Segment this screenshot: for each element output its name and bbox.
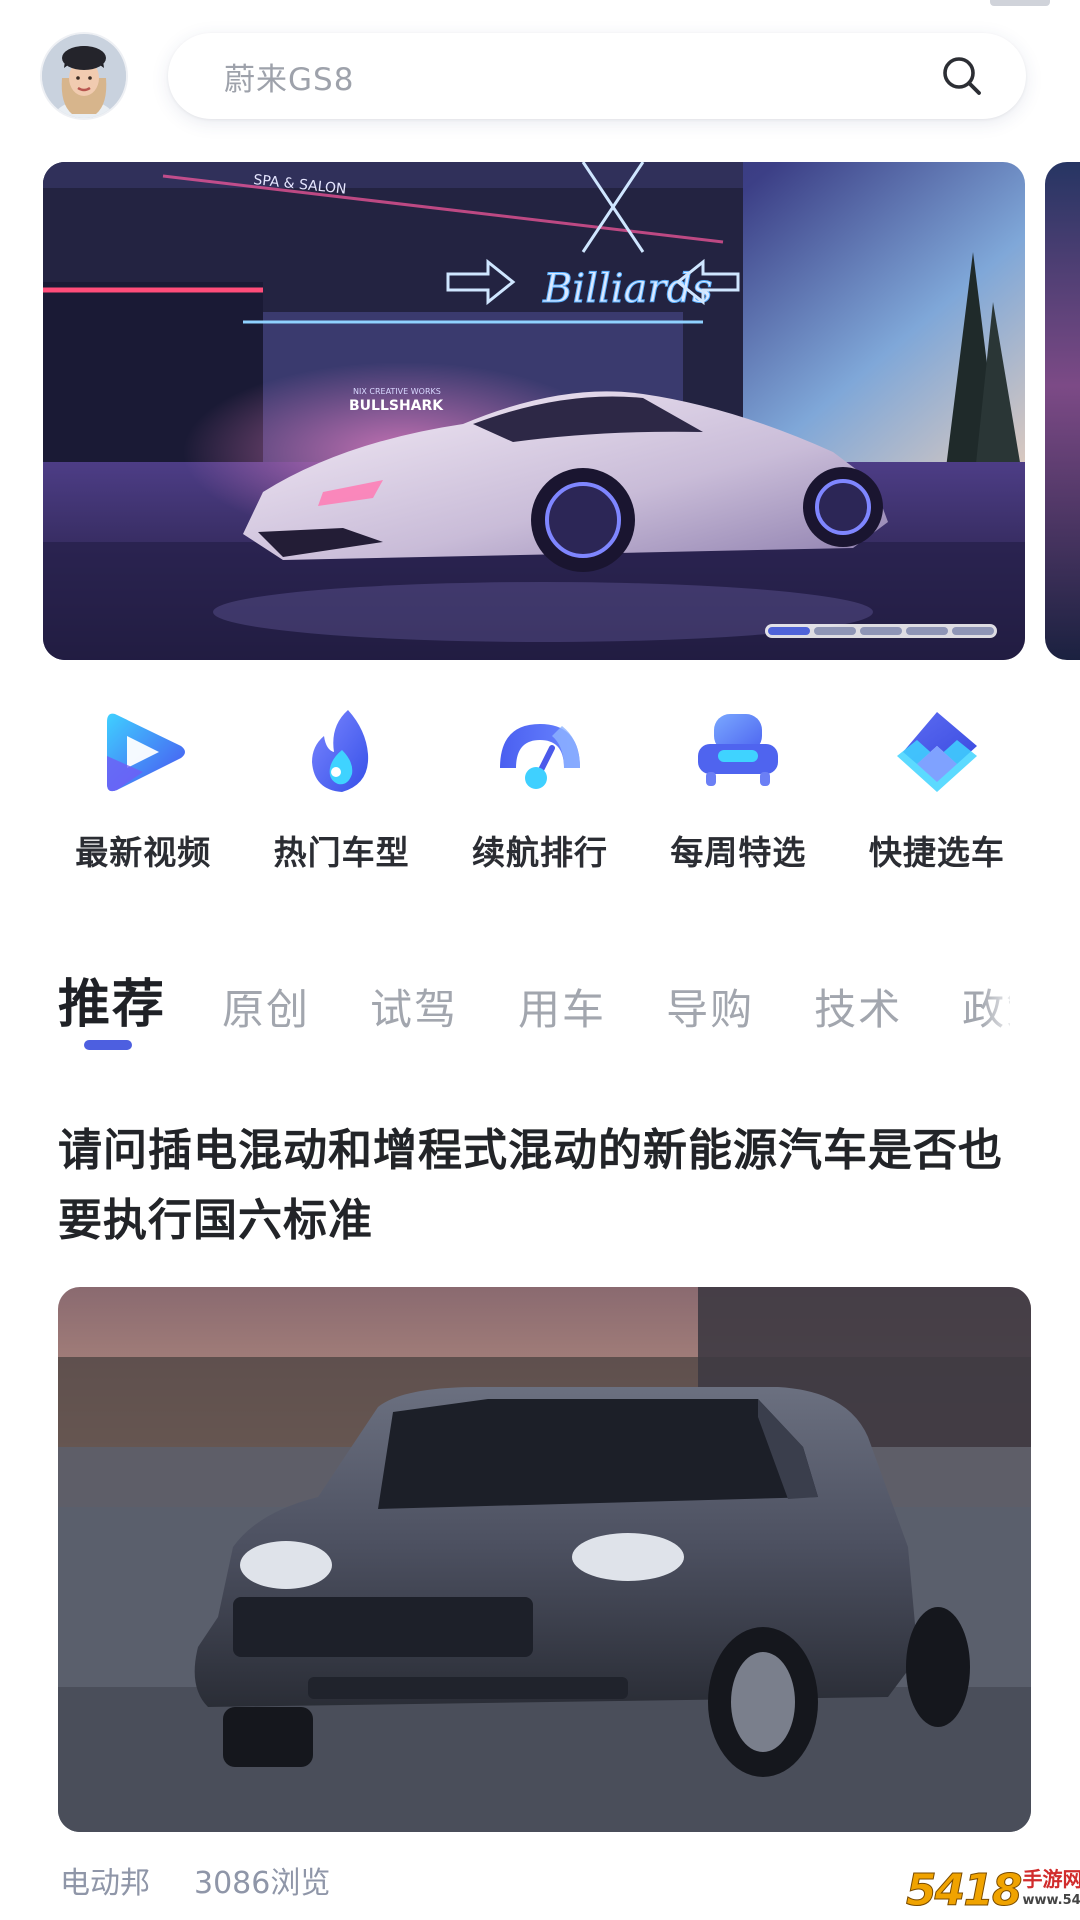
tab-technology[interactable]: 技术 [814,976,902,1037]
shortcut-range-ranking[interactable]: 续航排行 [441,706,639,886]
shortcut-label: 续航排行 [472,833,609,872]
shortcut-hot-models[interactable]: 热门车型 [242,706,440,886]
tabs-fade [980,962,1020,1052]
shortcut-label: 快捷选车 [868,833,1005,872]
pager-dot-5[interactable] [952,627,994,635]
watermark-domain: www.5418.cn [1022,1893,1080,1908]
shortcut-quick-select[interactable]: 快捷选车 [838,706,1036,886]
shortcut-weekly-picks[interactable]: 每周特选 [639,706,837,886]
search-input[interactable]: 蔚来GS8 [224,54,938,99]
tab-test-drive[interactable]: 试驾 [370,976,458,1037]
pager-dot-2[interactable] [814,627,856,635]
search-bar[interactable]: 蔚来GS8 [168,33,1026,119]
category-tabs: 推荐原创试驾用车导购技术政策 [58,962,1010,1062]
watermark-site: 手游网 www.5418.cn [1022,1868,1080,1912]
shortcut-grid: 最新视频 热门车型 续航排行 每周特选 快捷选车 [44,706,1036,886]
pager-dot-1[interactable] [768,627,810,635]
article-source[interactable]: 电动邦 [60,1866,150,1901]
article-views: 3086浏览 [194,1866,331,1901]
active-tab-indicator [84,1040,132,1050]
car-seat-icon [698,714,779,786]
article-image[interactable] [58,1287,1031,1832]
tab-buying-guide[interactable]: 导购 [666,976,754,1037]
watermark-site-name: 手游网 [1022,1867,1080,1891]
avatar-image [42,34,126,118]
pager-dot-3[interactable] [860,627,902,635]
shortcut-label: 每周特选 [670,833,807,872]
pager-dot-4[interactable] [906,627,948,635]
article-meta: 电动邦 3086浏览 [60,1858,374,1902]
diamond-layers-icon [896,712,977,792]
app-screen: 蔚来GS8 Billiards SPA & SALON NIX CREATIVE… [0,0,1080,1920]
banner-next-peek[interactable] [1045,162,1080,660]
watermark-number: 5418 [905,1864,1022,1916]
banner-pager[interactable] [765,624,997,638]
car-badge-small: NIX CREATIVE WORKS [353,387,441,396]
flame-icon [311,710,368,792]
tab-original[interactable]: 原创 [222,976,310,1037]
tab-recommend[interactable]: 推荐 [58,962,166,1037]
article-photo [58,1287,1031,1832]
shortcut-label: 热门车型 [273,833,410,872]
article-title[interactable]: 请问插电混动和增程式混动的新能源汽车是否也要执行国六标准 [58,1116,1018,1256]
search-icon[interactable] [938,52,986,100]
shortcut-latest-video[interactable]: 最新视频 [44,706,242,886]
watermark-logo: 5418 手游网 www.5418.cn [905,1864,1080,1916]
speedometer-icon [500,724,581,789]
avatar[interactable] [42,34,126,118]
banner-carousel[interactable]: Billiards SPA & SALON NIX CREATIVE WORKS… [43,162,1025,660]
car-badge: BULLSHARK [349,398,444,414]
banner-image: Billiards SPA & SALON NIX CREATIVE WORKS… [43,162,1025,660]
tab-car-use[interactable]: 用车 [518,976,606,1037]
status-strip [990,0,1050,6]
shortcut-label: 最新视频 [75,833,212,872]
play-video-icon [107,713,186,792]
